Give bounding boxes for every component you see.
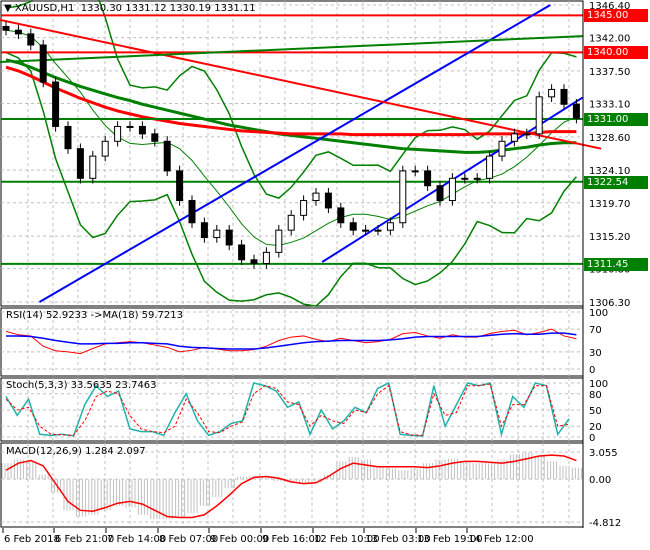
candle-body xyxy=(399,170,407,224)
time-axis-label: 6 Feb 2018 xyxy=(4,534,60,545)
y-tick-label: 100 xyxy=(589,308,608,319)
candle-body xyxy=(52,81,60,127)
stoch-title: Stoch(5,3,3) 33.5635 23.7463 xyxy=(6,380,157,391)
candle-body xyxy=(163,140,171,172)
macd-title: MACD(12,26,9) 1.284 2.097 xyxy=(6,446,146,457)
y-tick-label: 1342.00 xyxy=(589,34,630,45)
candle-body xyxy=(250,259,258,264)
price-level-tag: 1331.00 xyxy=(584,113,648,127)
time-axis-label: 6 Feb 21:00 xyxy=(55,534,114,545)
candle-body xyxy=(324,192,332,209)
candle-body xyxy=(337,207,345,224)
chart-header: ▼ XAUUSD,H1 1330.30 1331.12 1330.19 1331… xyxy=(4,3,256,14)
candle-body xyxy=(27,33,35,46)
candle-body xyxy=(76,148,84,179)
price-level-tag: 1340.00 xyxy=(584,46,648,60)
y-tick-label: 50 xyxy=(589,406,602,417)
candle-body xyxy=(14,29,22,35)
y-tick-label: 0 xyxy=(589,433,595,444)
candle-body xyxy=(101,140,109,157)
candle-body xyxy=(374,229,382,232)
y-tick-label: 1328.60 xyxy=(589,133,630,144)
candle-body xyxy=(176,170,184,202)
candle-body xyxy=(151,133,159,142)
candle-body xyxy=(535,96,543,135)
candle-body xyxy=(572,103,580,119)
candle-body xyxy=(126,125,134,128)
y-tick-label: 0 xyxy=(589,365,595,376)
candle-body xyxy=(548,88,556,98)
candle-body xyxy=(300,200,308,216)
chart-canvas[interactable]: 1346.401342.001337.501333.101328.601324.… xyxy=(0,0,650,550)
candle-body xyxy=(138,125,146,135)
price-level-tag: 1322.54 xyxy=(584,175,648,189)
time-axis-label: 9 Feb 00:00 xyxy=(210,534,269,545)
y-tick-label: 100 xyxy=(589,379,608,390)
y-tick-label: 1315.20 xyxy=(589,232,630,243)
candle-body xyxy=(287,214,295,231)
candle-body xyxy=(188,200,196,224)
candle-body xyxy=(64,125,72,150)
time-axis-label: 7 Feb 14:00 xyxy=(107,534,166,545)
candle-body xyxy=(436,185,444,202)
candle-body xyxy=(473,177,481,180)
y-tick-label: 1333.10 xyxy=(589,100,630,111)
candle-body xyxy=(275,229,283,253)
candle-body xyxy=(39,44,47,83)
candle-body xyxy=(114,125,122,142)
time-axis-label: 9 Feb 16:00 xyxy=(262,534,321,545)
ohlc-readout: 1330.30 1331.12 1330.19 1331.11 xyxy=(80,3,256,14)
time-axis-label: 14 Feb 12:00 xyxy=(468,534,534,545)
candle-body xyxy=(262,251,270,264)
candle-body xyxy=(448,177,456,202)
candle-body xyxy=(560,88,568,105)
y-tick-label: -4.812 xyxy=(589,518,621,529)
collapse-triangle-icon[interactable]: ▼ xyxy=(4,3,15,14)
y-tick-label: 30 xyxy=(589,348,602,359)
chart-window: 1346.40 1342.00 1337.50 1333.10 1328.60 1324.… xyxy=(0,0,650,550)
candle-body xyxy=(411,170,419,173)
y-tick-label: 0.00 xyxy=(589,475,611,486)
y-tick-label: 70 xyxy=(589,325,602,336)
y-tick-label: 20 xyxy=(589,422,602,433)
candle-body xyxy=(362,229,370,232)
y-tick-label: 80 xyxy=(589,390,602,401)
candle-body xyxy=(312,192,320,202)
candle-body xyxy=(523,133,531,136)
rsi-title: RSI(14) 52.9233 ->MA(18) 59.7213 xyxy=(6,310,183,321)
y-tick-label: 1319.70 xyxy=(589,199,630,210)
price-level-tag: 1311.45 xyxy=(584,257,648,271)
price-level-tag: 1345.00 xyxy=(584,9,648,23)
candle-body xyxy=(200,222,208,239)
y-tick-label: 1337.50 xyxy=(589,67,630,78)
candle-body xyxy=(424,170,432,187)
y-tick-label: 3.055 xyxy=(589,448,618,459)
candle-body xyxy=(238,244,246,261)
candle-body xyxy=(2,25,10,31)
candle-body xyxy=(510,133,518,142)
candle-body xyxy=(486,155,494,179)
candle-body xyxy=(89,155,97,179)
candle-body xyxy=(461,177,469,180)
candle-body xyxy=(225,229,233,246)
candle-body xyxy=(213,229,221,239)
candle-body xyxy=(386,222,394,231)
candle-body xyxy=(349,222,357,231)
symbol-label: XAUUSD,H1 xyxy=(14,3,75,14)
candle-body xyxy=(498,140,506,157)
